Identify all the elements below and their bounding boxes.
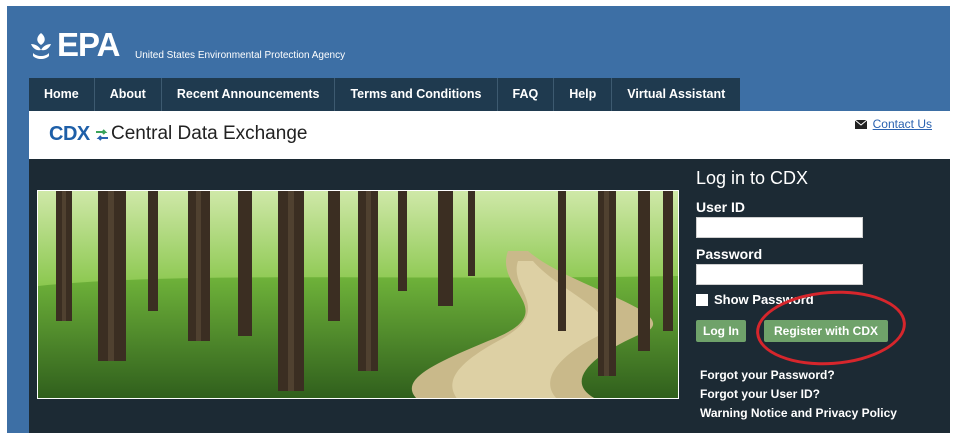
password-input[interactable] (696, 264, 863, 285)
log-in-button[interactable]: Log In (696, 320, 746, 342)
cdx-arrows-icon (96, 129, 108, 141)
nav-recent-announcements[interactable]: Recent Announcements (162, 78, 336, 111)
password-label: Password (696, 246, 763, 262)
epa-flower-icon (31, 33, 51, 59)
main-nav: Home About Recent Announcements Terms an… (29, 78, 741, 111)
nav-about[interactable]: About (95, 78, 162, 111)
nav-faq[interactable]: FAQ (498, 78, 555, 111)
login-title: Log in to CDX (696, 168, 809, 188)
nav-help[interactable]: Help (554, 78, 613, 111)
contact-us[interactable]: Contact Us (854, 117, 932, 131)
contact-us-link[interactable]: Contact Us (873, 117, 932, 131)
forgot-user-id-link[interactable]: Forgot your User ID? (700, 387, 820, 401)
cdx-banner: CDX Central Data Exchange Contact Us (29, 111, 950, 159)
main-content: Log in to CDX User ID Password Show Pass… (29, 159, 950, 433)
page-frame: EPA United States Environmental Protecti… (7, 6, 950, 433)
agency-name: United States Environmental Protection A… (135, 50, 346, 61)
user-id-input[interactable] (696, 217, 863, 238)
nav-home[interactable]: Home (29, 78, 95, 111)
epa-logo-text: EPA (57, 26, 120, 63)
show-password-checkbox[interactable] (696, 293, 708, 306)
page-title: Central Data Exchange (111, 123, 308, 144)
nav-virtual-assistant[interactable]: Virtual Assistant (612, 78, 740, 111)
envelope-icon (854, 119, 867, 129)
user-id-label: User ID (696, 199, 746, 215)
cdx-logo[interactable]: CDX (49, 123, 90, 146)
login-panel: Log in to CDX User ID Password Show Pass… (696, 159, 946, 433)
epa-logo[interactable]: EPA (29, 26, 120, 63)
nav-terms-and-conditions[interactable]: Terms and Conditions (335, 78, 498, 111)
forest-path-image (38, 191, 678, 398)
forgot-password-link[interactable]: Forgot your Password? (700, 368, 835, 382)
hero-image (37, 190, 679, 399)
warning-notice-link[interactable]: Warning Notice and Privacy Policy (700, 406, 897, 420)
